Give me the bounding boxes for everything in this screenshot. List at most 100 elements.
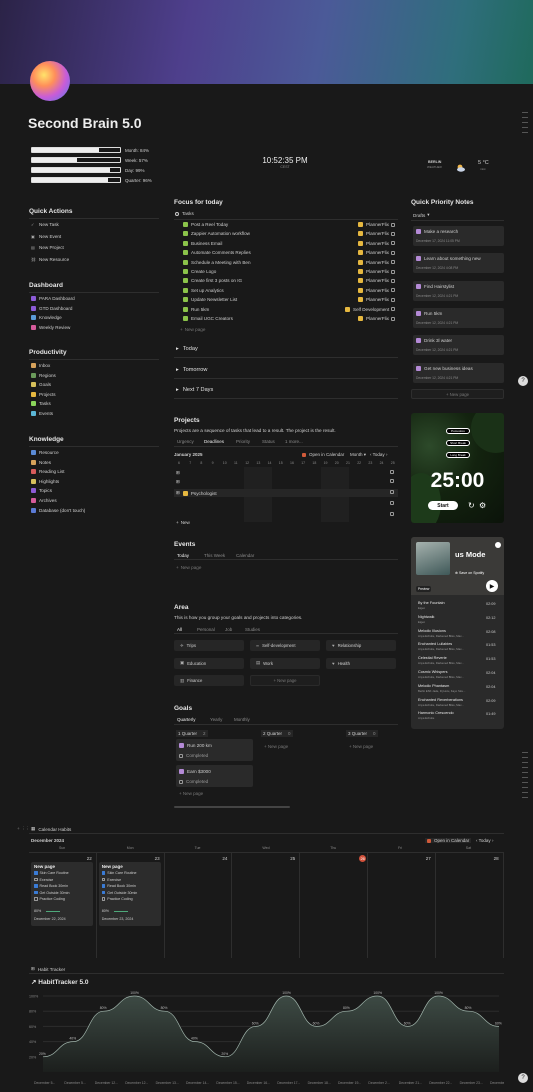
timeline-checkbox[interactable] <box>390 512 394 516</box>
track-name[interactable]: Cosmic Whispers <box>418 670 448 674</box>
note-card[interactable]: Learn about something new December 12, 20… <box>413 253 504 274</box>
track-name[interactable]: Enchanted Lullabies <box>418 642 452 646</box>
habit-checkbox[interactable] <box>101 871 106 875</box>
projects-tab-2[interactable]: Priority <box>236 439 250 444</box>
habit-checkbox[interactable] <box>101 877 106 882</box>
quick-action-1[interactable]: ▣ New Event <box>31 234 61 239</box>
goal-card[interactable]: Run 200 km Completed <box>176 739 253 761</box>
calendar-day[interactable] <box>165 852 233 958</box>
quick-action-0[interactable]: ✓ New Task <box>31 222 59 227</box>
projects-nav[interactable]: ‹ Today › <box>370 452 387 457</box>
gear-icon[interactable]: ⚙ <box>479 501 486 510</box>
area-tab-3[interactable]: Studies <box>245 627 260 632</box>
habit-item[interactable]: Exercise <box>101 877 121 882</box>
spotify-save[interactable]: ⊕ Save on Spotify <box>455 571 484 575</box>
productivity-item-2[interactable]: Goals <box>31 382 51 388</box>
goals-tab-0[interactable]: Quarterly <box>177 717 196 722</box>
area-card-4[interactable]: ▤ Work <box>250 657 320 669</box>
notes-view-tab[interactable]: Drafts ▾ <box>413 212 430 218</box>
note-card[interactable]: Drink 3l water December 12, 2024 4:21 PM <box>413 335 504 356</box>
notes-new-page[interactable]: + New page <box>411 389 504 399</box>
habit-item[interactable]: Read Book 30min <box>101 884 136 888</box>
productivity-item-0[interactable]: Inbox <box>31 363 50 368</box>
area-card-3[interactable]: ▣ Education <box>174 657 244 669</box>
timeline-checkbox[interactable] <box>390 470 394 474</box>
projects-new[interactable]: + New <box>176 520 190 525</box>
habit-checkbox[interactable] <box>101 884 106 888</box>
group-toggle-2[interactable]: ▸ Next 7 Days <box>176 387 213 393</box>
quick-action-3[interactable]: ⛓ New Resource <box>31 257 69 262</box>
tracker-view-tab[interactable]: ⊞ Habit Tracker <box>31 966 65 972</box>
task-checkbox[interactable] <box>391 278 395 283</box>
habits-open-calendar[interactable]: Open in Calendar <box>425 838 472 843</box>
timeline-checkbox[interactable] <box>390 490 394 494</box>
timeline-checkbox[interactable] <box>390 501 394 505</box>
knowledge-item-4[interactable]: Topics <box>31 488 52 494</box>
focus-view-tab[interactable]: Tasks <box>175 211 194 216</box>
goal-card[interactable]: Earn $3000 Completed <box>176 765 253 787</box>
area-tab-1[interactable]: Personal <box>197 627 215 632</box>
habits-view-tab[interactable]: ▦ Calendar Habits <box>31 826 71 832</box>
calendar-day[interactable] <box>436 852 504 958</box>
task-checkbox[interactable] <box>391 260 395 265</box>
projects-tab-3[interactable]: Status <box>262 439 275 444</box>
focus-new-page[interactable]: + New page <box>180 327 205 332</box>
habit-item[interactable]: Practice Coding <box>34 897 65 901</box>
task-checkbox[interactable] <box>391 241 395 246</box>
group-toggle-0[interactable]: ▸ Today <box>176 346 198 352</box>
calendar-day[interactable] <box>232 852 301 958</box>
track-name[interactable]: Nightwalk <box>418 615 434 619</box>
dashboard-item-0[interactable]: PARA Dashboard <box>31 296 75 301</box>
habit-item[interactable]: Exercise <box>34 878 53 882</box>
habit-item[interactable]: Get Outside 30min <box>34 891 69 895</box>
area-card-0[interactable]: ✈ Trips <box>174 640 244 651</box>
events-tab-0[interactable]: Today <box>177 553 189 558</box>
play-button[interactable]: ▶ <box>486 580 498 592</box>
scroll-mark[interactable] <box>522 777 528 778</box>
pomodoro-mode-2[interactable]: Long Break <box>446 452 470 458</box>
scroll-mark[interactable] <box>522 127 528 128</box>
area-card-5[interactable]: ♥ Health <box>326 657 396 669</box>
goals-tab-1[interactable]: Yearly <box>210 717 222 722</box>
reset-icon[interactable]: ↻ <box>468 501 475 510</box>
area-tab-2[interactable]: Job <box>225 627 232 632</box>
goals-scrollbar[interactable] <box>174 806 290 808</box>
goal-new-page[interactable]: + New page <box>264 744 288 749</box>
scroll-mark[interactable] <box>522 117 528 118</box>
scroll-mark[interactable] <box>522 772 528 773</box>
habit-checkbox[interactable] <box>101 897 106 901</box>
habit-item[interactable]: Skin Care Routine <box>34 871 69 875</box>
help-button[interactable]: ? <box>518 376 528 386</box>
track-name[interactable]: Melodic Illusions <box>418 629 446 633</box>
goals-tab-2[interactable]: Monthly <box>234 717 250 722</box>
calendar-day[interactable] <box>300 852 368 958</box>
scroll-mark[interactable] <box>522 762 528 763</box>
pomodoro-mode-0[interactable]: Pomodoro <box>446 428 470 434</box>
task-checkbox[interactable] <box>391 316 395 321</box>
habit-card[interactable]: New page Skin Care Routine Exercise Read Bo… <box>31 862 93 926</box>
track-name[interactable]: Melodic Phantasm <box>418 684 449 688</box>
scroll-mark[interactable] <box>522 752 528 753</box>
quick-action-2[interactable]: ▤ New Project <box>31 245 64 250</box>
scroll-mark[interactable] <box>522 112 528 113</box>
note-card[interactable]: Get new business ideas December 12, 2024 … <box>413 362 504 383</box>
track-name[interactable]: By the Fountain <box>418 601 445 605</box>
goal-checkbox[interactable] <box>179 753 183 758</box>
note-card[interactable]: Make a research December 17, 2024 11:05 P… <box>413 226 504 246</box>
scroll-mark[interactable] <box>522 132 528 133</box>
task-checkbox[interactable] <box>391 297 395 302</box>
goal-new-page[interactable]: + New page <box>349 744 373 749</box>
projects-tab-0[interactable]: Urgency <box>177 439 194 444</box>
area-card-1[interactable]: ∞ Self-development <box>250 640 320 651</box>
projects-range-select[interactable]: Month ▾ <box>350 452 366 458</box>
goal-checkbox[interactable] <box>179 779 183 784</box>
area-card-2[interactable]: ♥ Relationship <box>326 640 396 651</box>
note-card[interactable]: Find Hairstylist December 12, 2024 4:21 P… <box>413 280 504 301</box>
task-checkbox[interactable] <box>391 222 395 227</box>
habit-checkbox[interactable] <box>101 890 106 895</box>
scroll-mark[interactable] <box>522 787 528 788</box>
habit-checkbox[interactable] <box>34 897 38 901</box>
habit-checkbox[interactable] <box>34 884 38 888</box>
goal-new-page[interactable]: + New page <box>179 791 203 796</box>
track-name[interactable]: Enchanted Reverberations <box>418 698 463 702</box>
